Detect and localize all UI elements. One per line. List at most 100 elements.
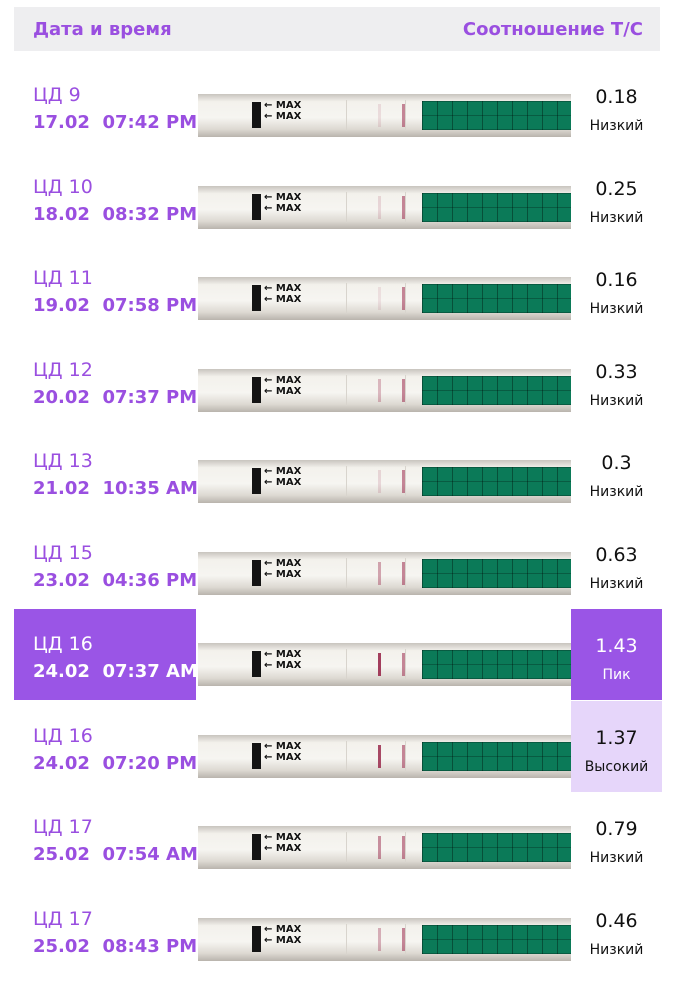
date-time-label: 23.02 04:36 PM — [33, 570, 197, 591]
control-line — [402, 653, 405, 676]
test-strip-image[interactable]: ← MAX ← MAX — [198, 735, 571, 778]
time-value: 08:32 PM — [102, 204, 198, 225]
max-marks: ← MAX ← MAX — [264, 466, 302, 488]
result-window — [346, 192, 406, 223]
cycle-day-label: ЦД 13 — [33, 450, 93, 472]
time-value: 07:58 PM — [102, 295, 198, 316]
max-marks: ← MAX ← MAX — [264, 741, 302, 763]
date-cell[interactable]: ЦД 16 24.02 07:20 PM — [14, 701, 197, 792]
ratio-cell[interactable]: 0.3 Низкий — [571, 426, 662, 517]
date-time-label: 25.02 07:54 AM — [33, 844, 198, 865]
date-value: 25.02 — [33, 936, 90, 957]
test-strip-image[interactable]: ← MAX ← MAX — [198, 460, 571, 503]
test-result-row[interactable]: ЦД 16 24.02 07:37 AM ← MAX ← MAX 1.43 Пик — [0, 609, 676, 700]
ratio-cell[interactable]: 0.25 Низкий — [571, 152, 662, 243]
date-time-label: 21.02 10:35 AM — [33, 478, 198, 499]
max-marks: ← MAX ← MAX — [264, 100, 302, 122]
control-line — [402, 470, 405, 493]
level-label: Низкий — [589, 210, 644, 226]
test-result-row[interactable]: ЦД 13 21.02 10:35 AM ← MAX ← MAX 0.3 Низкий — [0, 426, 676, 517]
test-strip-image[interactable]: ← MAX ← MAX — [198, 643, 571, 686]
ratio-cell[interactable]: 0.16 Низкий — [571, 243, 662, 334]
date-value: 17.02 — [33, 112, 90, 133]
lh-label-area — [422, 742, 571, 771]
test-result-row[interactable]: ЦД 11 19.02 07:58 PM ← MAX ← MAX 0.16 Низкий — [0, 243, 676, 334]
date-value: 18.02 — [33, 204, 90, 225]
cycle-day-label: ЦД 17 — [33, 816, 93, 838]
time-value: 07:42 PM — [102, 112, 198, 133]
test-strip-image[interactable]: ← MAX ← MAX — [198, 369, 571, 412]
test-strip-image[interactable]: ← MAX ← MAX — [198, 918, 571, 961]
strip-handle — [252, 285, 261, 311]
lh-label-area — [422, 650, 571, 679]
max-marks: ← MAX ← MAX — [264, 375, 302, 397]
test-line — [378, 470, 381, 493]
test-strip-image[interactable]: ← MAX ← MAX — [198, 277, 571, 320]
date-time-label: 20.02 07:37 PM — [33, 387, 197, 408]
time-value: 10:35 AM — [102, 478, 198, 499]
ratio-cell[interactable]: 1.43 Пик — [571, 609, 662, 700]
date-time-label: 24.02 07:37 AM — [33, 661, 198, 682]
time-value: 04:36 PM — [102, 570, 198, 591]
test-line — [378, 745, 381, 768]
ratio-cell[interactable]: 0.63 Низкий — [571, 518, 662, 609]
ratio-cell[interactable]: 0.46 Низкий — [571, 884, 662, 975]
test-strip-image[interactable]: ← MAX ← MAX — [198, 826, 571, 869]
lh-label-area — [422, 376, 571, 405]
date-cell[interactable]: ЦД 15 23.02 04:36 PM — [14, 518, 197, 609]
time-value: 07:37 PM — [102, 387, 198, 408]
lh-label-area — [422, 833, 571, 862]
lh-label-area — [422, 559, 571, 588]
strip-handle — [252, 743, 261, 769]
ratio-cell[interactable]: 0.18 Низкий — [571, 60, 662, 151]
test-result-row[interactable]: ЦД 9 17.02 07:42 PM ← MAX ← MAX 0.18 Низкий — [0, 60, 676, 151]
ratio-cell[interactable]: 0.79 Низкий — [571, 792, 662, 883]
date-value: 25.02 — [33, 844, 90, 865]
result-window — [346, 924, 406, 955]
level-label: Пик — [602, 667, 631, 683]
level-label: Высокий — [584, 759, 649, 775]
strip-handle — [252, 194, 261, 220]
date-cell[interactable]: ЦД 17 25.02 07:54 AM — [14, 792, 198, 883]
date-time-label: 24.02 07:20 PM — [33, 753, 197, 774]
test-strip-image[interactable]: ← MAX ← MAX — [198, 552, 571, 595]
test-result-row[interactable]: ЦД 17 25.02 07:54 AM ← MAX ← MAX 0.79 Низкий — [0, 792, 676, 883]
level-label: Низкий — [589, 118, 644, 134]
ratio-cell[interactable]: 1.37 Высокий — [571, 701, 662, 792]
strip-handle — [252, 560, 261, 586]
date-cell[interactable]: ЦД 13 21.02 10:35 AM — [14, 426, 198, 517]
test-strip-image[interactable]: ← MAX ← MAX — [198, 186, 571, 229]
date-time-label: 18.02 08:32 PM — [33, 204, 197, 225]
result-window — [346, 466, 406, 497]
ratio-value: 1.37 — [595, 727, 638, 749]
date-cell[interactable]: ЦД 9 17.02 07:42 PM — [14, 60, 198, 151]
ratio-value: 1.43 — [595, 635, 638, 657]
test-result-row[interactable]: ЦД 17 25.02 08:43 PM ← MAX ← MAX 0.46 Низкий — [0, 884, 676, 975]
lh-label-area — [422, 101, 571, 130]
test-result-row[interactable]: ЦД 15 23.02 04:36 PM ← MAX ← MAX 0.63 Низкий — [0, 518, 676, 609]
max-marks: ← MAX ← MAX — [264, 832, 302, 854]
test-result-row[interactable]: ЦД 10 18.02 08:32 PM ← MAX ← MAX 0.25 Низкий — [0, 152, 676, 243]
ratio-cell[interactable]: 0.33 Низкий — [571, 335, 662, 426]
control-line — [402, 196, 405, 219]
date-cell[interactable]: ЦД 12 20.02 07:37 PM — [14, 335, 197, 426]
date-cell[interactable]: ЦД 10 18.02 08:32 PM — [14, 152, 197, 243]
level-label: Низкий — [589, 393, 644, 409]
date-value: 23.02 — [33, 570, 90, 591]
lh-label-area — [422, 467, 571, 496]
test-strip-image[interactable]: ← MAX ← MAX — [198, 94, 571, 137]
ratio-value: 0.18 — [595, 86, 638, 108]
date-cell[interactable]: ЦД 11 19.02 07:58 PM — [14, 243, 198, 334]
result-window — [346, 558, 406, 589]
test-result-row[interactable]: ЦД 12 20.02 07:37 PM ← MAX ← MAX 0.33 Низкий — [0, 335, 676, 426]
test-line — [378, 104, 381, 127]
cycle-day-label: ЦД 9 — [33, 84, 81, 106]
date-value: 19.02 — [33, 295, 90, 316]
ratio-value: 0.33 — [595, 361, 638, 383]
control-line — [402, 287, 405, 310]
date-cell[interactable]: ЦД 17 25.02 08:43 PM — [14, 884, 197, 975]
cycle-day-label: ЦД 10 — [33, 176, 93, 198]
test-result-row[interactable]: ЦД 16 24.02 07:20 PM ← MAX ← MAX 1.37 Высокий — [0, 701, 676, 792]
date-cell[interactable]: ЦД 16 24.02 07:37 AM — [14, 609, 198, 700]
max-marks: ← MAX ← MAX — [264, 283, 302, 305]
